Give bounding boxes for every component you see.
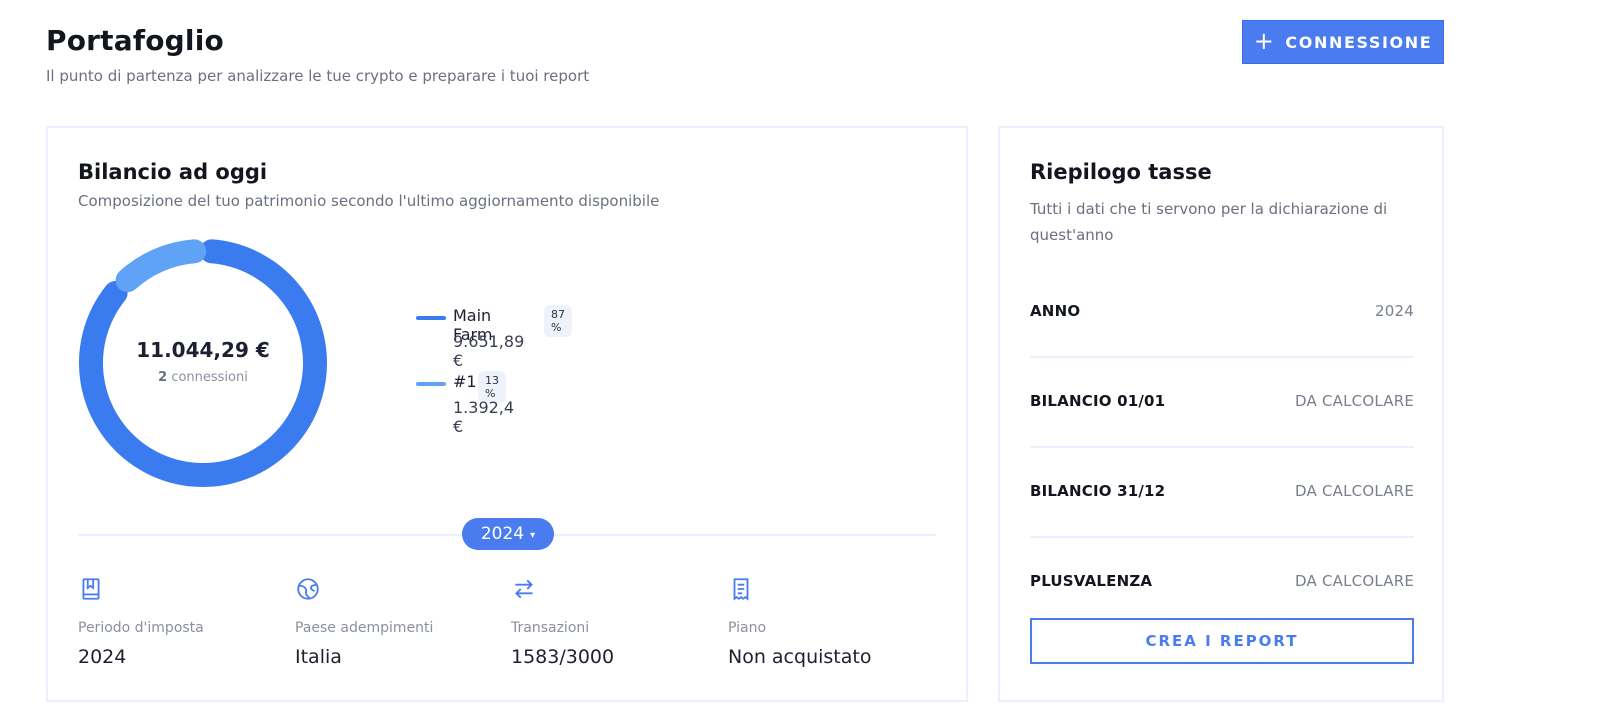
balance-total: 11.044,29 € [136,337,270,362]
legend-value: 1.392,4 € [453,398,515,436]
book-icon [82,578,100,600]
donut-center: 11.044,29 € 2 connessioni [78,238,328,488]
tax-row-value: DA CALCOLARE [1295,482,1414,500]
balance-subtitle: Composizione del tuo patrimonio secondo … [78,192,660,210]
receipt-icon [733,578,749,601]
tax-row-capital-gain: PLUSVALENZA DA CALCOLARE [1030,538,1414,628]
tax-row-value: 2024 [1375,302,1414,320]
tax-row-label: BILANCIO 31/12 [1030,482,1166,500]
stat-value: 1583/3000 [511,646,615,668]
stat-label: Piano [728,620,767,636]
connections-label: connessioni [171,369,248,385]
tax-summary-card: Riepilogo tasse Tutti i dati che ti serv… [998,126,1444,702]
tax-row-label: BILANCIO 01/01 [1030,392,1166,410]
stat-plan: Piano Non acquistato [728,576,928,668]
tax-row-value: DA CALCOLARE [1295,392,1414,410]
year-selector-value: 2024 [480,524,525,544]
tax-row-label: PLUSVALENZA [1030,572,1153,590]
balance-card: Bilancio ad oggi Composizione del tuo pa… [46,126,968,702]
page-title: Portafoglio [46,24,224,57]
tax-row-year: ANNO 2024 [1030,268,1414,358]
add-connection-label: CONNESSIONE [1285,32,1433,52]
stat-country: Paese adempimenti Italia [295,576,495,668]
tax-row-value: DA CALCOLARE [1295,572,1414,590]
add-connection-button[interactable]: + CONNESSIONE [1242,20,1444,64]
tax-summary-title: Riepilogo tasse [1030,160,1212,184]
legend-swatch [416,316,446,320]
chevron-down-icon: ▾ [530,529,536,541]
legend-value: 9.651,89 € [453,332,525,370]
stat-value: 2024 [78,646,127,668]
year-selector[interactable]: 2024 ▾ [462,518,554,550]
tax-summary-subtitle: Tutti i dati che ti servono per la dichi… [1030,200,1388,244]
globe-icon [297,578,319,600]
stat-value: Non acquistato [728,646,872,668]
page-subtitle: Il punto di partenza per analizzare le t… [46,67,590,85]
stat-transactions: Transazioni 1583/3000 [511,576,711,668]
stat-label: Periodo d'imposta [78,620,204,636]
legend-swatch [416,382,446,386]
balance-donut-chart: 11.044,29 € 2 connessioni [78,238,328,488]
legend-name: #1 [453,372,477,391]
balance-title: Bilancio ad oggi [78,160,268,184]
stat-label: Paese adempimenti [295,620,434,636]
connections-count: 2 connessioni [158,370,248,385]
plus-icon: + [1253,27,1276,55]
legend-percent-badge: 87 % [544,305,572,337]
create-reports-button[interactable]: CREA I REPORT [1030,618,1414,664]
connections-number: 2 [158,369,168,385]
stat-value: Italia [295,646,342,668]
tax-row-label: ANNO [1030,302,1081,320]
stat-label: Transazioni [511,620,590,636]
tax-row-balance-start: BILANCIO 01/01 DA CALCOLARE [1030,358,1414,448]
stat-tax-period: Periodo d'imposta 2024 [78,576,278,668]
arrows-swap-icon [515,579,533,599]
tax-row-balance-end: BILANCIO 31/12 DA CALCOLARE [1030,448,1414,538]
